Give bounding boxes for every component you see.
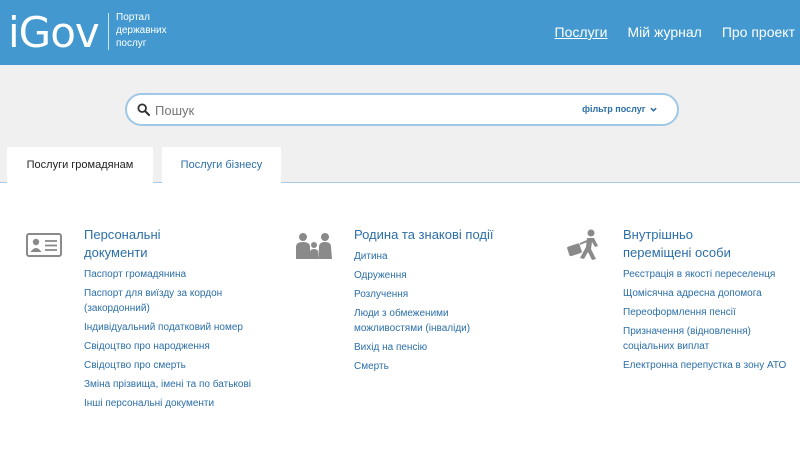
service-link[interactable]: Вихід на пенсію [354,340,504,355]
search-band: фільтр послуг Послуги громадянам Послуги… [0,65,800,183]
logo-subtitle: Портал державних послуг [116,11,186,50]
nav-my-journal[interactable]: Мій журнал [628,24,702,40]
logo-subtitle-line: послуг [116,38,147,49]
service-link[interactable]: Паспорт громадянина [84,267,254,282]
service-link[interactable]: Реєстрація в якості переселенця [623,267,793,282]
nav-about-project[interactable]: Про проект [722,24,795,40]
category-title[interactable]: Внутрішньо переміщені особи [623,226,763,262]
nav-services[interactable]: Послуги [555,24,608,40]
search-box[interactable]: фільтр послуг [125,93,679,126]
service-link[interactable]: Зміна прізвища, імені та по батькові [84,377,254,392]
header: iGov Портал державних послуг Послуги Мій… [0,0,800,65]
logo[interactable]: iGov [8,7,100,59]
chevron-down-icon [650,107,657,112]
family-icon [296,233,332,259]
logo-subtitle-line: Портал [116,12,150,23]
category-links: Дитина Одруження Розлучення Люди з обмеж… [354,249,504,378]
service-link[interactable]: Щомісячна адресна допомога [623,286,793,301]
service-link[interactable]: Переоформлення пенсії [623,305,793,320]
service-link[interactable]: Паспорт для виїзду за кордон (закордонни… [84,286,254,316]
filter-label: фільтр послуг [582,104,646,114]
service-link[interactable]: Смерть [354,359,504,374]
service-link[interactable]: Електронна перепустка в зону АТО [623,358,793,373]
service-link[interactable]: Дитина [354,249,504,264]
logo-subtitle-line: державних [116,25,167,36]
service-link[interactable]: Розлучення [354,287,504,302]
search-icon [137,103,150,116]
id-card-icon [26,233,62,257]
category-links: Паспорт громадянина Паспорт для виїзду з… [84,267,254,415]
main-nav: Послуги Мій журнал Про проект [535,24,800,40]
service-link[interactable]: Індивідуальний податковий номер [84,320,254,335]
service-link[interactable]: Призначення (відновлення) соціальних вип… [623,324,793,354]
logo-divider [108,13,109,50]
filter-services-button[interactable]: фільтр послуг [582,104,657,114]
service-link[interactable]: Свідоцтво про смерть [84,358,254,373]
search-input[interactable] [155,101,575,119]
service-link[interactable]: Свідоцтво про народження [84,339,254,354]
displaced-person-icon [567,229,598,260]
category-title[interactable]: Персональні документи [84,226,224,262]
tab-business-services[interactable]: Послуги бізнесу [162,147,281,183]
service-link[interactable]: Одруження [354,268,504,283]
service-link[interactable]: Інші персональні документи [84,396,254,411]
category-title[interactable]: Родина та знакові події [354,226,544,244]
tab-citizen-services[interactable]: Послуги громадянам [7,147,153,183]
category-links: Реєстрація в якості переселенця Щомісячн… [623,267,793,377]
service-link[interactable]: Люди з обмеженими можливостями (інваліди… [354,306,504,336]
